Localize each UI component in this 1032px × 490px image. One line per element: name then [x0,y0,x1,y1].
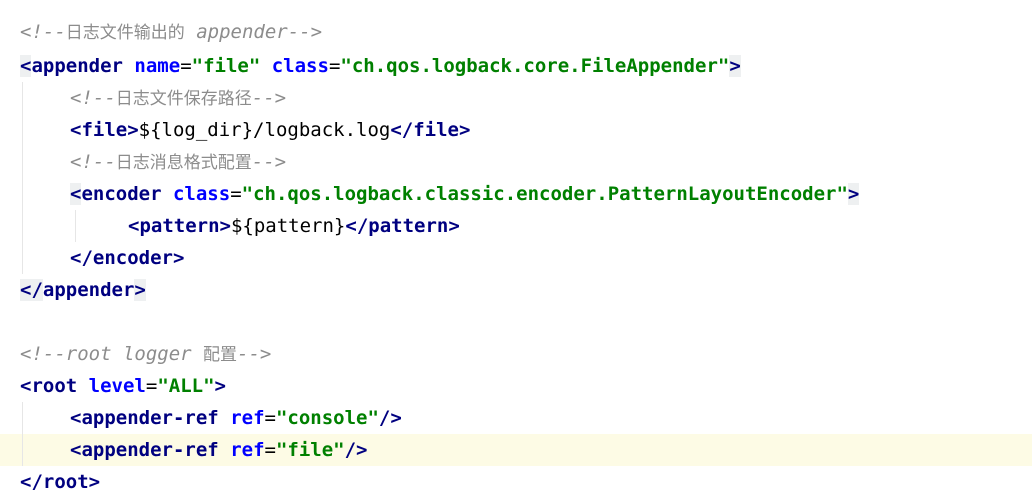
code-line-1[interactable]: <!--日志文件输出的 appender--> [0,16,1032,48]
tag-close-bracket: > [172,247,185,269]
comment-open: <!-- [70,151,116,173]
tag-self-close-bracket: /> [344,439,368,461]
element-text: ${log_dir}/logback.log [138,119,391,141]
indent-guide [22,82,23,114]
tag-close-bracket: > [134,279,146,301]
attribute-value: "file" [191,55,261,77]
tag-name: appender [42,279,135,301]
code-line-2[interactable]: <appender name="file" class="ch.qos.logb… [0,50,1032,82]
attribute-equals: = [145,375,158,397]
tag-close-bracket: > [729,55,741,77]
comment-open: <!-- [20,21,66,43]
attribute-value: "console" [275,407,379,429]
tag-open-bracket: < [128,215,140,237]
tag-self-close-bracket: /> [378,407,402,429]
attribute-value: "ALL" [157,375,215,397]
code-line-12[interactable]: <root level="ALL"> [0,370,1032,402]
attribute-equals: = [230,183,242,205]
code-line-7[interactable]: <pattern>${pattern}</pattern> [0,210,1032,242]
tag-name: encoder [81,183,162,205]
comment-open: <!-- [70,87,116,109]
code-line-4[interactable]: <file>${log_dir}/logback.log</file> [0,114,1032,146]
indent-guide [22,242,23,274]
comment: <!--日志消息格式配置--> [70,151,286,173]
tag-name: pattern [368,215,449,237]
attribute-value: "file" [275,439,345,461]
tag-name: appender-ref [81,439,219,461]
tag-open-bracket: < [70,439,82,461]
indent-guide [75,210,76,242]
tag-close-bracket: > [448,215,460,237]
comment-text-en: root logger [65,343,204,365]
comment-close: --> [251,151,287,173]
attribute-equals: = [264,439,276,461]
attribute-name: class [271,55,329,77]
comment-close: --> [287,21,323,43]
code-line-3[interactable]: <!--日志文件保存路径--> [0,82,1032,114]
tag-close-bracket: > [219,215,231,237]
indent-guide [22,178,23,210]
attribute-name: class [172,183,231,205]
tag-open-bracket: < [70,407,82,429]
indent-guide [22,114,23,146]
tag-name: encoder [92,247,173,269]
tag-name: file [413,119,459,141]
code-line-6[interactable]: <encoder class="ch.qos.logback.classic.e… [0,178,1032,210]
code-line-13[interactable]: <appender-ref ref="console"/> [0,402,1032,434]
indent-guide [22,210,23,242]
code-line-8[interactable]: </encoder> [0,242,1032,274]
attribute-name: name [134,55,181,77]
tag-name: file [81,119,128,141]
comment-text-en: appender [184,21,288,43]
attribute-equals: = [264,407,276,429]
comment: <!--日志文件保存路径--> [70,87,286,109]
end-tag-open-bracket: </ [20,471,43,490]
comment-text-cn: 日志文件保存路径 [115,89,252,109]
end-tag-open-bracket: </ [70,247,93,269]
comment: <!--日志文件输出的 appender--> [20,21,322,43]
tag-open-bracket: < [20,55,32,77]
code-line-5[interactable]: <!--日志消息格式配置--> [0,146,1032,178]
tag-name: appender [31,55,123,77]
element-text: ${pattern} [230,215,346,237]
attribute-equals: = [328,55,341,77]
tag-open-bracket: < [70,183,82,205]
code-line-9[interactable]: </appender> [0,274,1032,306]
attribute-value: "ch.qos.logback.classic.encoder.PatternL… [241,183,848,205]
tag-close-bracket: > [459,119,471,141]
tag-name: appender-ref [81,407,219,429]
indent-guide [22,146,23,178]
tag-open-bracket: < [70,119,82,141]
tag-close-bracket: > [847,183,860,205]
code-editor[interactable]: <!--日志文件输出的 appender--> <appender name="… [0,0,1032,490]
tag-open-bracket: < [20,375,32,397]
attribute-value: "ch.qos.logback.core.FileAppender" [340,55,730,77]
attribute-name: ref [230,439,265,461]
end-tag-open-bracket: </ [345,215,369,237]
tag-close-bracket: > [88,471,101,490]
comment-text-cn: 日志文件输出的 [65,23,185,43]
indent-guide [22,434,23,466]
indent-guide [22,402,23,434]
end-tag-open-bracket: </ [20,279,43,301]
comment-open: <!-- [20,343,66,365]
comment-close: --> [237,343,272,365]
attribute-name: ref [230,407,265,429]
attribute-equals: = [180,55,192,77]
end-tag-open-bracket: </ [390,119,414,141]
code-line-15[interactable]: </root> [0,466,1032,490]
comment-text-cn: 配置 [203,345,238,365]
tag-name: root [42,471,89,490]
code-line-14-current[interactable]: <appender-ref ref="file"/> [0,434,1032,466]
comment: <!--root logger 配置--> [20,343,271,365]
tag-close-bracket: > [127,119,139,141]
tag-name: pattern [139,215,220,237]
comment-close: --> [251,87,287,109]
attribute-name: level [88,375,146,397]
comment-text-cn: 日志消息格式配置 [115,153,252,173]
tag-close-bracket: > [214,375,226,397]
tag-name: root [31,375,78,397]
code-line-11[interactable]: <!--root logger 配置--> [0,338,1032,370]
